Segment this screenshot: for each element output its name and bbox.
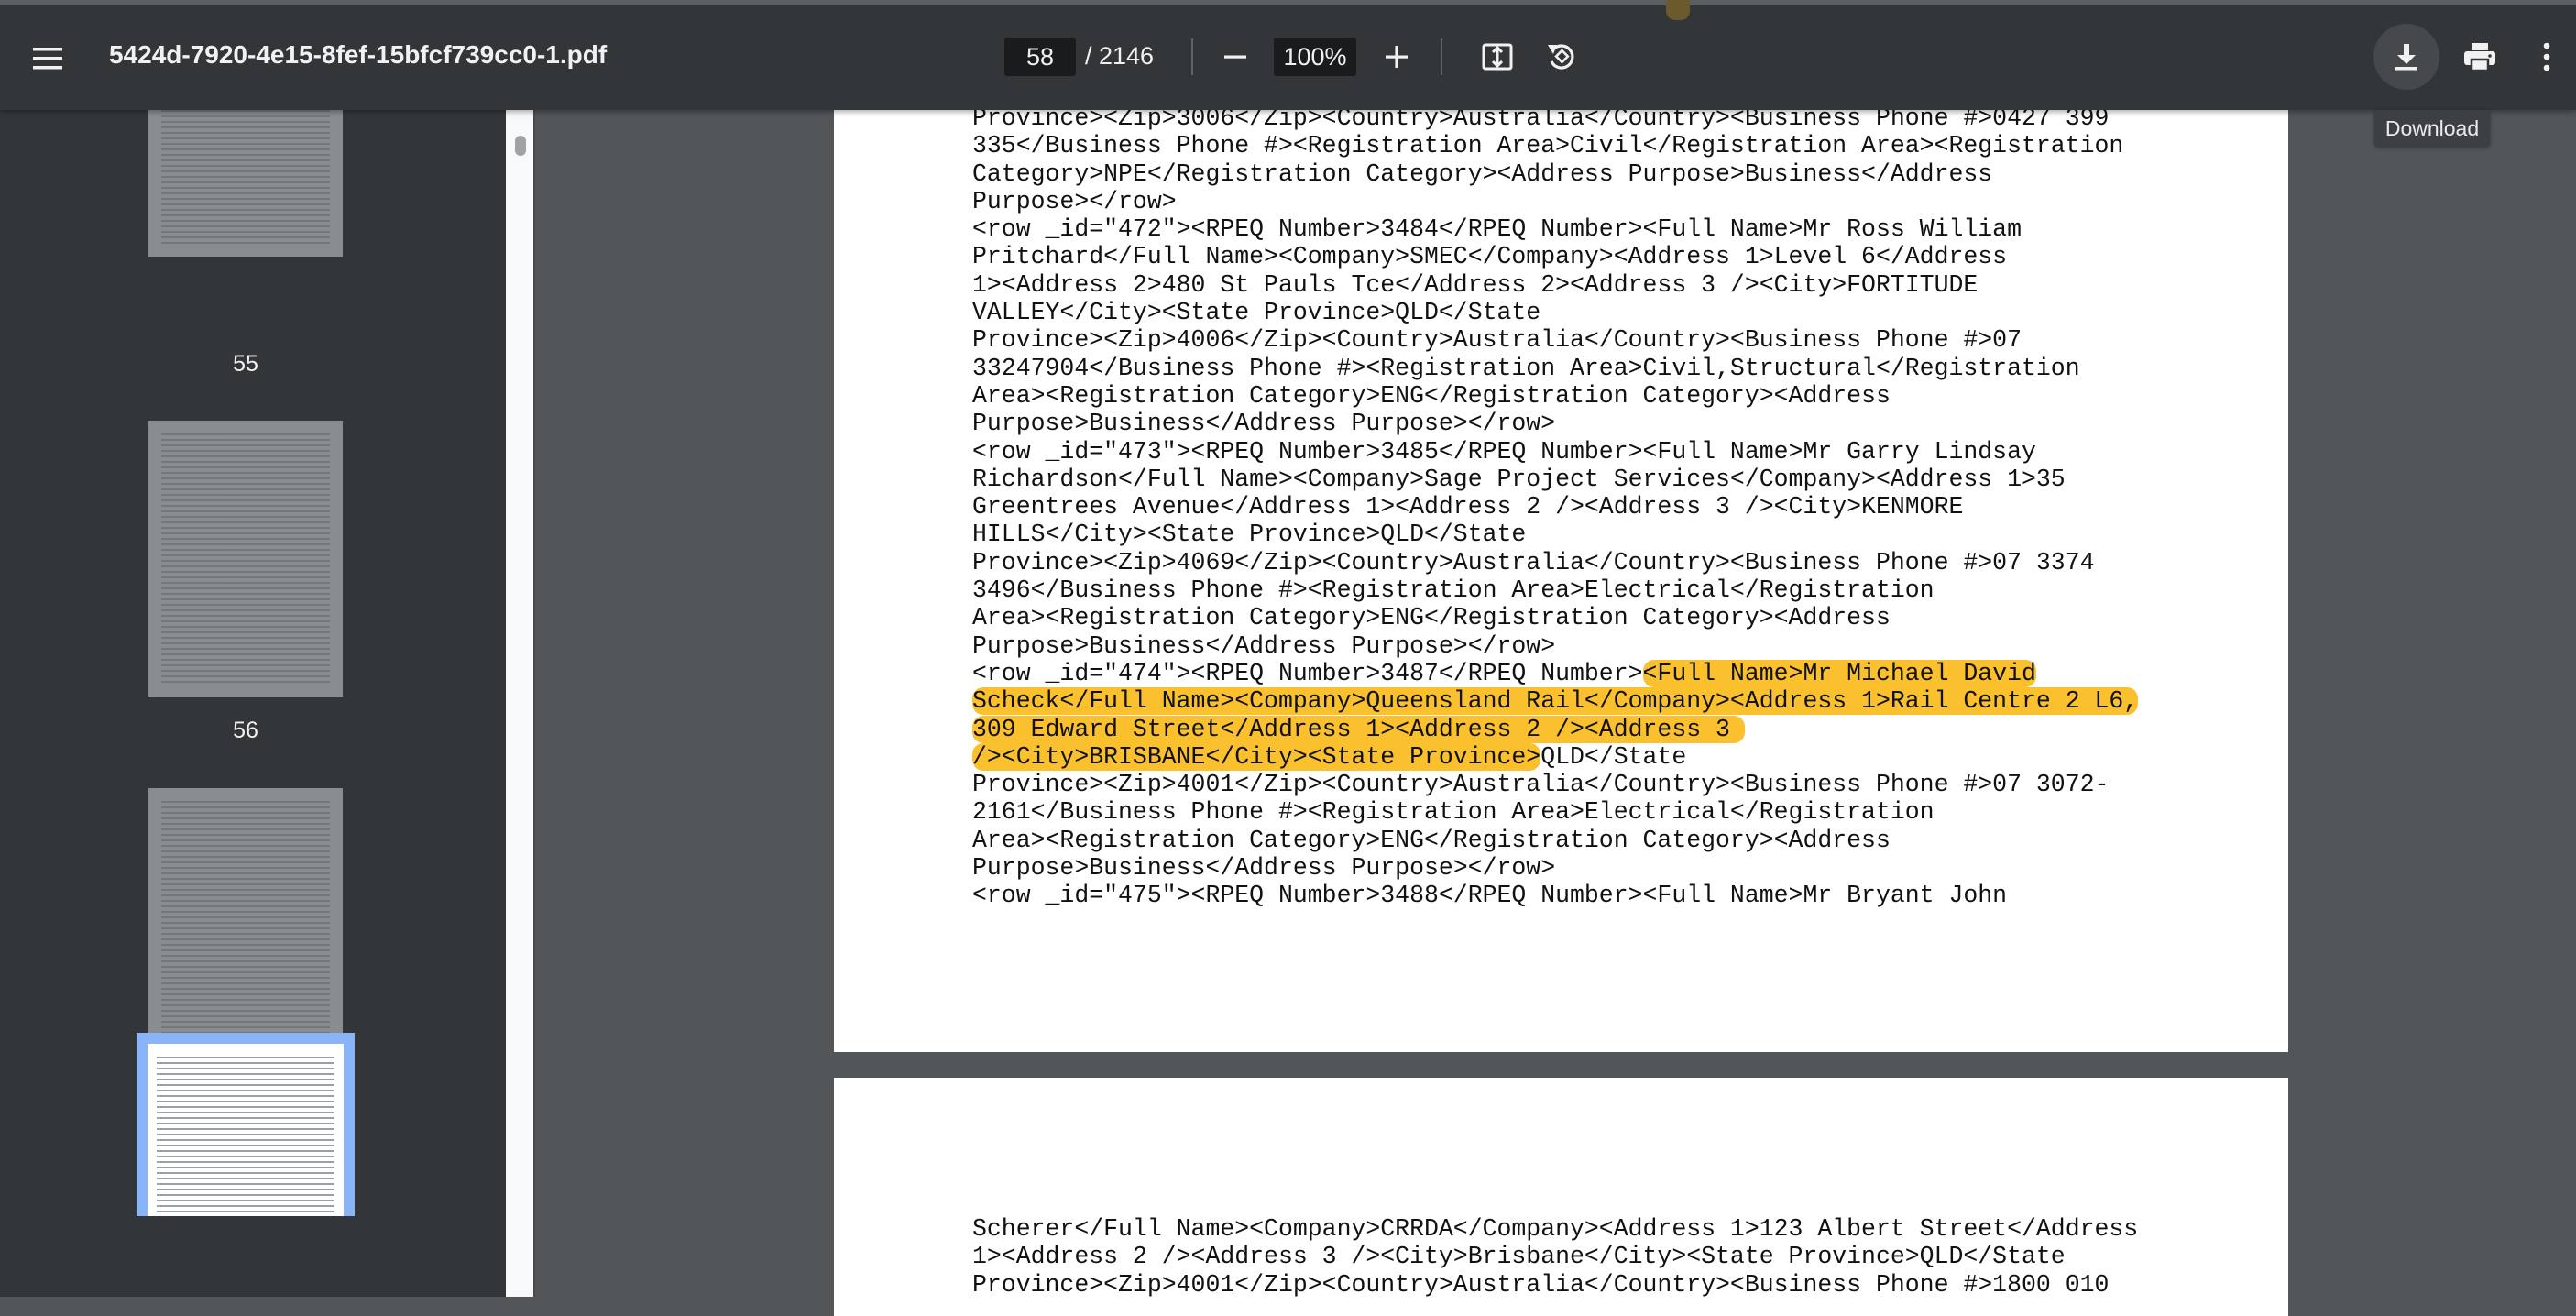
page-total: / 2146 (1085, 42, 1155, 70)
thumbnail-sidebar: 55 56 57 (0, 110, 506, 1297)
text-line: 1><Address 2 /><Address 3 /><City>Brisba… (972, 1243, 2066, 1271)
text-line: Area><Registration Category>ENG</Registr… (972, 604, 1891, 632)
document-title: 5424d-7920-4e15-8fef-15bfcf739cc0-1.pdf (109, 40, 608, 69)
zoom-in-button[interactable] (1369, 27, 1424, 86)
top-marker (1666, 0, 1690, 20)
more-options-button[interactable] (2520, 24, 2573, 90)
fit-to-page-button[interactable] (1468, 27, 1527, 86)
text-line: Purpose>Business</Address Purpose></row> (972, 410, 1556, 438)
zoom-input[interactable] (1274, 38, 1356, 76)
menu-button[interactable] (18, 29, 77, 88)
text-line: Province><Zip>4069</Zip><Country>Austral… (972, 548, 2095, 576)
text-line: Pritchard</Full Name><Company>SMEC</Comp… (972, 243, 2008, 271)
text-line: 309 Edward Street</Address 1><Address 2 … (972, 715, 2138, 743)
page-thumbnail[interactable] (148, 110, 343, 257)
text-line: 2161</Business Phone #><Registration Are… (972, 798, 1935, 827)
search-highlight: Scheck</Full Name><Company>Queensland Ra… (972, 687, 2139, 716)
text-line: <row _id="472"><RPEQ Number>3484</RPEQ N… (972, 215, 2022, 244)
text-segment: <row _id="474"><RPEQ Number>3487</RPEQ N… (972, 659, 1643, 687)
text-line: <row _id="474"><RPEQ Number>3487</RPEQ N… (972, 659, 2138, 687)
text-line: Category>NPE</Registration Category><Add… (972, 159, 1993, 188)
text-line: HILLS</City><State Province>QLD</State (972, 521, 1527, 549)
download-icon (2395, 44, 2417, 71)
text-line: Area><Registration Category>ENG</Registr… (972, 826, 1891, 854)
thumbnail-label: 56 (233, 718, 258, 743)
menu-icon (33, 48, 62, 70)
text-line: Area><Registration Category>ENG</Registr… (972, 381, 1891, 410)
search-highlight: /><City>BRISBANE</City><State Province> (972, 742, 1541, 771)
text-line: Greentrees Avenue</Address 1><Address 2 … (972, 493, 1964, 521)
rotate-button[interactable] (1532, 27, 1591, 86)
sidebar-edge (533, 110, 535, 1297)
page-thumbnail[interactable] (148, 788, 343, 1065)
text-line: 33247904</Business Phone #><Registration… (972, 354, 2080, 382)
thumbnail-label: 55 (233, 351, 258, 377)
zoom-out-button[interactable] (1208, 27, 1263, 86)
page-thumbnail[interactable] (148, 421, 343, 697)
page-number-input[interactable] (1004, 38, 1076, 76)
sidebar-scroll-thumb[interactable] (515, 136, 526, 156)
text-line: Province><Zip>4001</Zip><Country>Austral… (972, 1270, 2110, 1299)
more-vert-icon (2543, 42, 2550, 71)
text-segment: QLD</State (1540, 742, 1687, 771)
search-highlight: <Full Name>Mr Michael David (1642, 659, 2036, 687)
rotate-icon (1548, 44, 1574, 70)
window-top-edge (0, 0, 2576, 5)
print-button[interactable] (2447, 24, 2513, 90)
pdf-toolbar: 5424d-7920-4e15-8fef-15bfcf739cc0-1.pdf … (0, 0, 2576, 110)
page-text: Province><Zip>3006</Zip><Country>Austral… (972, 104, 2139, 910)
print-icon (2464, 43, 2495, 72)
download-button[interactable] (2373, 24, 2439, 90)
text-line: Scheck</Full Name><Company>Queensland Ra… (972, 687, 2139, 716)
toolbar-divider (1441, 38, 1442, 75)
text-line: 3496</Business Phone #><Registration Are… (972, 576, 1935, 605)
text-line: Purpose></row> (972, 187, 1177, 215)
text-line: /><City>BRISBANE</City><State Province>Q… (972, 742, 2138, 771)
text-line: Province><Zip>4006</Zip><Country>Austral… (972, 326, 2022, 355)
pdf-page: Province><Zip>3006</Zip><Country>Austral… (834, 64, 2288, 1052)
text-line: VALLEY</City><State Province>QLD</State (972, 299, 1541, 327)
plus-icon (1386, 46, 1408, 68)
text-line: Province><Zip>4001</Zip><Country>Austral… (972, 771, 2110, 799)
page-text: Scherer</Full Name><Company>CRRDA</Compa… (972, 1215, 2138, 1299)
download-tooltip: Download (2374, 110, 2490, 147)
text-line: <row _id="475"><RPEQ Number>3488</RPEQ N… (972, 882, 2008, 910)
page-thumbnail-selected[interactable] (137, 1033, 355, 1216)
text-line: <row _id="473"><RPEQ Number>3485</RPEQ N… (972, 437, 2036, 466)
fit-page-icon (1482, 43, 1513, 71)
text-line: Richardson</Full Name><Company>Sage Proj… (972, 465, 2066, 493)
search-highlight: 309 Edward Street</Address 1><Address 2 … (972, 715, 1745, 743)
sidebar-scrollbar[interactable] (506, 110, 533, 1297)
text-line: 335</Business Phone #><Registration Area… (972, 132, 2124, 160)
text-line: Scherer</Full Name><Company>CRRDA</Compa… (972, 1215, 2139, 1243)
minus-icon (1224, 55, 1246, 59)
pdf-page: Scherer</Full Name><Company>CRRDA</Compa… (834, 1078, 2288, 1316)
toolbar-divider (1191, 38, 1193, 75)
text-line: Purpose>Business</Address Purpose></row> (972, 854, 1556, 883)
text-line: 1><Address 2>480 St Pauls Tce</Address 2… (972, 270, 1979, 299)
text-line: Purpose>Business</Address Purpose></row> (972, 631, 1556, 660)
